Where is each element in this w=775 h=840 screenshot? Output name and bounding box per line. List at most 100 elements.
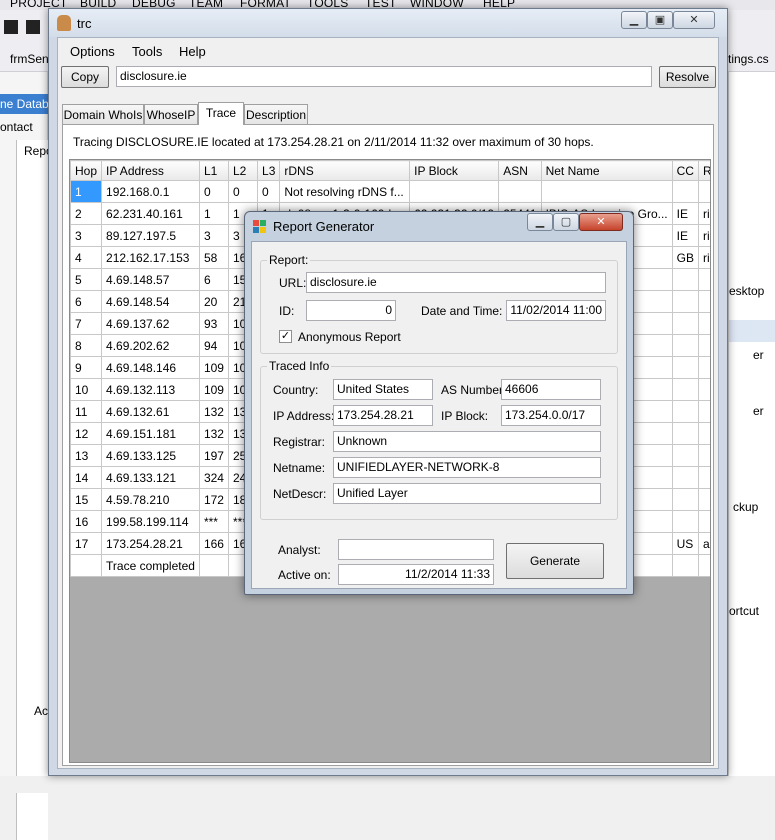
ide-right-item-2[interactable]: er	[753, 404, 764, 418]
grid-cell[interactable]: IE	[671, 224, 699, 247]
grid-cell[interactable]: 62.231.40.161	[101, 202, 200, 225]
grid-cell[interactable]: 13	[70, 444, 103, 467]
grid-cell[interactable]	[697, 488, 710, 511]
report-close-button[interactable]: ✕	[579, 213, 623, 231]
grid-cell[interactable]: 4.69.132.113	[101, 378, 200, 401]
grid-cell[interactable]: 4.69.148.57	[101, 268, 200, 291]
grid-cell[interactable]	[671, 356, 699, 379]
save-all-icon[interactable]	[26, 20, 40, 34]
grid-cell[interactable]: 4.69.202.62	[101, 334, 200, 357]
ide-tab-frmsen[interactable]: frmSen	[10, 52, 49, 66]
grid-cell[interactable]	[697, 356, 710, 379]
column-header-l1[interactable]: L1	[198, 160, 229, 181]
grid-cell[interactable]: 132	[198, 422, 229, 445]
ide-left-solution-item[interactable]: ne Datab	[0, 94, 48, 114]
tab-domain-whois[interactable]: Domain WhoIs	[62, 104, 144, 124]
url-input[interactable]: disclosure.ie	[116, 66, 652, 87]
report-url-input[interactable]: disclosure.ie	[306, 272, 606, 293]
grid-cell[interactable]	[697, 400, 710, 423]
grid-cell[interactable]: 8	[70, 334, 103, 357]
minimize-button[interactable]: ▁	[621, 11, 647, 29]
report-titlebar[interactable]: Report Generator ▁ ▢ ✕	[245, 212, 633, 240]
column-header-l2[interactable]: L2	[227, 160, 259, 181]
grid-cell[interactable]	[697, 554, 710, 577]
grid-cell[interactable]: 11	[70, 400, 103, 423]
grid-cell[interactable]: 4.59.78.210	[101, 488, 200, 511]
ip-address-field[interactable]: 173.254.28.21	[333, 405, 433, 426]
analyst-input[interactable]	[338, 539, 494, 560]
grid-cell[interactable]: 4.69.133.121	[101, 466, 200, 489]
menu-options[interactable]: Options	[70, 44, 115, 59]
grid-cell[interactable]: 9	[70, 356, 103, 379]
trc-titlebar[interactable]: trc ▁ ▣ ✕	[49, 9, 727, 37]
grid-cell[interactable]: GB	[671, 246, 699, 269]
grid-cell[interactable]: 4.69.133.125	[101, 444, 200, 467]
menu-help[interactable]: Help	[179, 44, 206, 59]
grid-cell[interactable]	[697, 466, 710, 489]
grid-cell[interactable]: 89.127.197.5	[101, 224, 200, 247]
column-header-rdns[interactable]: rDNS	[279, 160, 411, 181]
grid-cell[interactable]: 173.254.28.21	[101, 532, 200, 555]
grid-cell[interactable]: 212.162.17.153	[101, 246, 200, 269]
grid-cell[interactable]: 199.58.199.114	[101, 510, 200, 533]
grid-cell[interactable]: 4.69.132.61	[101, 400, 200, 423]
ide-left-contact-item[interactable]: ontact	[0, 120, 33, 134]
grid-cell[interactable]: 2	[70, 202, 103, 225]
grid-cell[interactable]: 10	[70, 378, 103, 401]
grid-cell[interactable]: 0	[227, 180, 259, 203]
grid-cell[interactable]	[70, 554, 103, 577]
grid-cell[interactable]	[409, 180, 500, 203]
grid-cell[interactable]: 0	[257, 180, 281, 203]
report-datetime-input[interactable]: 11/02/2014 11:00	[506, 300, 606, 321]
grid-cell[interactable]: 15	[70, 488, 103, 511]
grid-cell[interactable]: ripencc	[697, 224, 710, 247]
as-number-field[interactable]: 46606	[501, 379, 601, 400]
grid-cell[interactable]	[671, 290, 699, 313]
tab-trace[interactable]: Trace	[198, 102, 244, 125]
grid-cell[interactable]: 1	[198, 202, 229, 225]
grid-cell[interactable]: 14	[70, 466, 103, 489]
grid-cell[interactable]	[671, 554, 699, 577]
grid-cell[interactable]: 4.69.148.146	[101, 356, 200, 379]
column-header-hop[interactable]: Hop	[70, 160, 103, 181]
grid-cell[interactable]	[697, 268, 710, 291]
grid-cell[interactable]: 166	[198, 532, 229, 555]
grid-cell[interactable]: 4	[70, 246, 103, 269]
grid-cell[interactable]: 1	[70, 180, 103, 203]
grid-cell[interactable]: 109	[198, 378, 229, 401]
report-minimize-button[interactable]: ▁	[527, 213, 553, 231]
grid-cell[interactable]: Not resolving rDNS f...	[279, 180, 411, 203]
grid-cell[interactable]: 17	[70, 532, 103, 555]
ide-right-item-desktop[interactable]: esktop	[729, 284, 764, 298]
column-header-net-name[interactable]: Net Name	[540, 160, 673, 181]
grid-cell[interactable]	[671, 422, 699, 445]
ide-tab-settings[interactable]: tings.cs	[728, 52, 769, 66]
grid-cell[interactable]	[671, 378, 699, 401]
report-maximize-button[interactable]: ▢	[553, 213, 579, 231]
grid-cell[interactable]	[697, 312, 710, 335]
maximize-button[interactable]: ▣	[647, 11, 673, 29]
grid-cell[interactable]	[540, 180, 673, 203]
grid-cell[interactable]	[697, 510, 710, 533]
grid-cell[interactable]: IE	[671, 202, 699, 225]
table-row[interactable]: 1 192.168.0.1 0 0 0 Not resolving rDNS f...	[70, 180, 710, 203]
grid-cell[interactable]	[697, 290, 710, 313]
active-on-field[interactable]: 11/2/2014 11:33	[338, 564, 494, 585]
column-header-registry[interactable]: Registry	[697, 160, 710, 181]
anonymous-report-checkbox[interactable]: ✓	[279, 330, 292, 343]
grid-cell[interactable]: 197	[198, 444, 229, 467]
grid-cell[interactable]: 0	[198, 180, 229, 203]
report-id-input[interactable]: 0	[306, 300, 396, 321]
grid-cell[interactable]: 4.69.137.62	[101, 312, 200, 335]
grid-cell[interactable]	[697, 334, 710, 357]
save-icon[interactable]	[4, 20, 18, 34]
ip-block-field[interactable]: 173.254.0.0/17	[501, 405, 601, 426]
grid-cell[interactable]: 58	[198, 246, 229, 269]
country-field[interactable]: United States	[333, 379, 433, 400]
grid-cell[interactable]: 132	[198, 400, 229, 423]
column-header-cc[interactable]: CC	[671, 160, 699, 181]
netdescr-field[interactable]: Unified Layer	[333, 483, 601, 504]
close-button[interactable]: ✕	[673, 11, 715, 29]
grid-cell[interactable]	[671, 510, 699, 533]
grid-cell[interactable]: arin	[697, 532, 710, 555]
